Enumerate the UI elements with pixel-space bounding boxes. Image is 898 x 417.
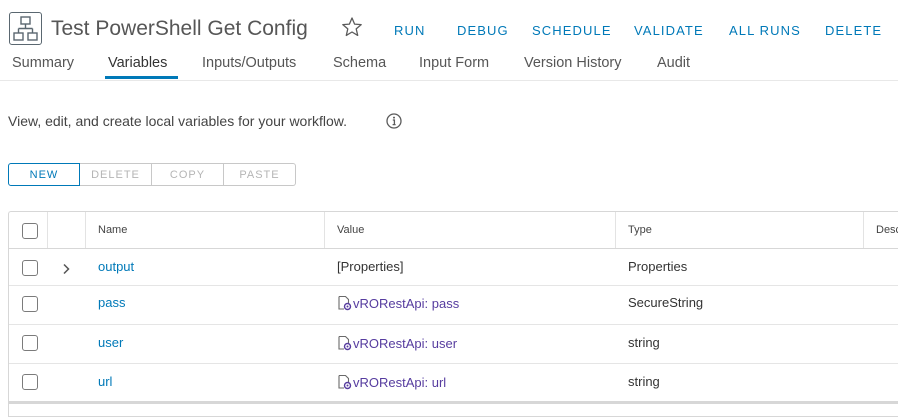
validate-button[interactable]: VALIDATE — [634, 22, 704, 40]
workflow-header: Test PowerShell Get Config RUN DEBUG SCH… — [0, 0, 898, 81]
new-variable-button[interactable]: NEW — [8, 163, 80, 186]
workflow-icon — [9, 12, 42, 45]
column-header-description[interactable]: Desc — [876, 222, 898, 238]
variable-value: [Properties] — [337, 259, 404, 274]
column-separator[interactable] — [615, 212, 616, 248]
variable-value-text: vRORestApi: pass — [353, 296, 460, 311]
grid-footer — [9, 401, 898, 404]
schedule-button[interactable]: SCHEDULE — [532, 22, 612, 40]
variable-value-text: vRORestApi: url — [353, 375, 447, 390]
copy-variable-button[interactable]: COPY — [152, 163, 224, 186]
grid-header: Name Value Type Desc — [9, 212, 898, 249]
configuration-element-icon — [337, 374, 352, 390]
row-checkbox[interactable] — [22, 260, 38, 276]
configuration-element-icon — [337, 295, 352, 311]
tab-input-form[interactable]: Input Form — [419, 53, 489, 73]
active-tab-indicator — [105, 76, 178, 79]
variable-value-link[interactable]: vRORestApi: user — [337, 335, 457, 353]
tab-variables[interactable]: Variables — [108, 53, 167, 73]
column-separator — [85, 212, 86, 248]
tab-version-history[interactable]: Version History — [524, 53, 622, 73]
column-separator[interactable] — [863, 212, 864, 248]
star-outline-icon[interactable] — [341, 16, 363, 38]
variable-name-link[interactable]: url — [98, 373, 112, 391]
variable-type: SecureString — [628, 295, 704, 310]
select-all-checkbox[interactable] — [22, 223, 38, 239]
variable-name-link[interactable]: pass — [98, 294, 125, 312]
tab-bar: Summary Variables Inputs/Outputs Schema … — [0, 50, 898, 81]
column-header-type[interactable]: Type — [628, 222, 652, 238]
variable-value-link[interactable]: vRORestApi: url — [337, 374, 446, 392]
configuration-element-icon — [337, 335, 352, 351]
run-button[interactable]: RUN — [394, 22, 425, 40]
tab-inputs-outputs[interactable]: Inputs/Outputs — [202, 53, 296, 73]
debug-button[interactable]: DEBUG — [457, 22, 509, 40]
variable-type: string — [628, 335, 660, 350]
column-header-name[interactable]: Name — [98, 222, 127, 238]
variables-description: View, edit, and create local variables f… — [8, 113, 348, 129]
row-checkbox[interactable] — [22, 335, 38, 351]
column-separator[interactable] — [324, 212, 325, 248]
variable-value-link[interactable]: vRORestApi: pass — [337, 295, 459, 313]
variable-name-link[interactable]: user — [98, 334, 123, 352]
tab-audit[interactable]: Audit — [657, 53, 690, 73]
info-icon[interactable] — [386, 113, 402, 129]
table-row[interactable]: pass vRORestApi: pass SecureString — [9, 286, 898, 325]
variables-grid: Name Value Type Desc output [Properties]… — [8, 211, 898, 417]
row-checkbox[interactable] — [22, 296, 38, 312]
page-title: Test PowerShell Get Config — [51, 17, 308, 40]
variable-type: Properties — [628, 259, 688, 274]
tab-schema[interactable]: Schema — [333, 53, 386, 73]
variable-type: string — [628, 374, 660, 389]
delete-workflow-button[interactable]: DELETE — [825, 22, 882, 40]
column-header-value[interactable]: Value — [337, 222, 364, 238]
table-row[interactable]: url vRORestApi: url string — [9, 364, 898, 400]
variable-value-text: vRORestApi: user — [353, 336, 458, 351]
delete-variable-button[interactable]: DELETE — [80, 163, 152, 186]
tab-summary[interactable]: Summary — [12, 53, 74, 73]
chevron-right-icon[interactable] — [61, 262, 71, 275]
all-runs-button[interactable]: ALL RUNS — [729, 22, 801, 40]
table-row[interactable]: output [Properties] Properties — [9, 249, 898, 286]
variable-name-link[interactable]: output — [98, 258, 134, 276]
column-separator — [47, 212, 48, 248]
paste-variable-button[interactable]: PASTE — [224, 163, 296, 186]
variables-toolbar: NEW DELETE COPY PASTE — [8, 163, 296, 186]
table-row[interactable]: user vRORestApi: user string — [9, 325, 898, 364]
row-checkbox[interactable] — [22, 374, 38, 390]
